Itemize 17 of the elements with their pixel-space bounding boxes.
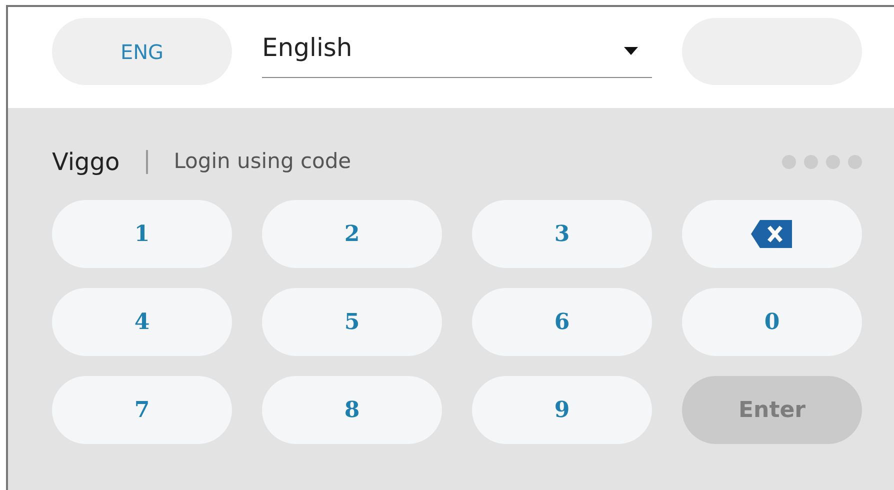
caret-icon xyxy=(624,46,638,54)
digit-key[interactable]: 8 xyxy=(262,376,442,444)
login-mode-label: Login using code xyxy=(174,148,352,176)
digit-key[interactable]: 5 xyxy=(262,288,442,356)
language-button[interactable]: ENG xyxy=(52,18,232,85)
digit-key[interactable]: 9 xyxy=(472,376,652,444)
digit-key[interactable]: 7 xyxy=(52,376,232,444)
digit-key[interactable]: 3 xyxy=(472,200,652,268)
language-value: English xyxy=(262,32,352,64)
language-dropdown[interactable]: English xyxy=(262,18,652,78)
digit-key[interactable]: 4 xyxy=(52,288,232,356)
digit-key[interactable]: 6 xyxy=(472,288,652,356)
user-name: Viggo xyxy=(52,147,120,178)
backspace-icon xyxy=(750,219,794,249)
digit-key[interactable]: 0 xyxy=(682,288,862,356)
digit-key[interactable]: 1 xyxy=(52,200,232,268)
digit-key[interactable]: 2 xyxy=(262,200,442,268)
